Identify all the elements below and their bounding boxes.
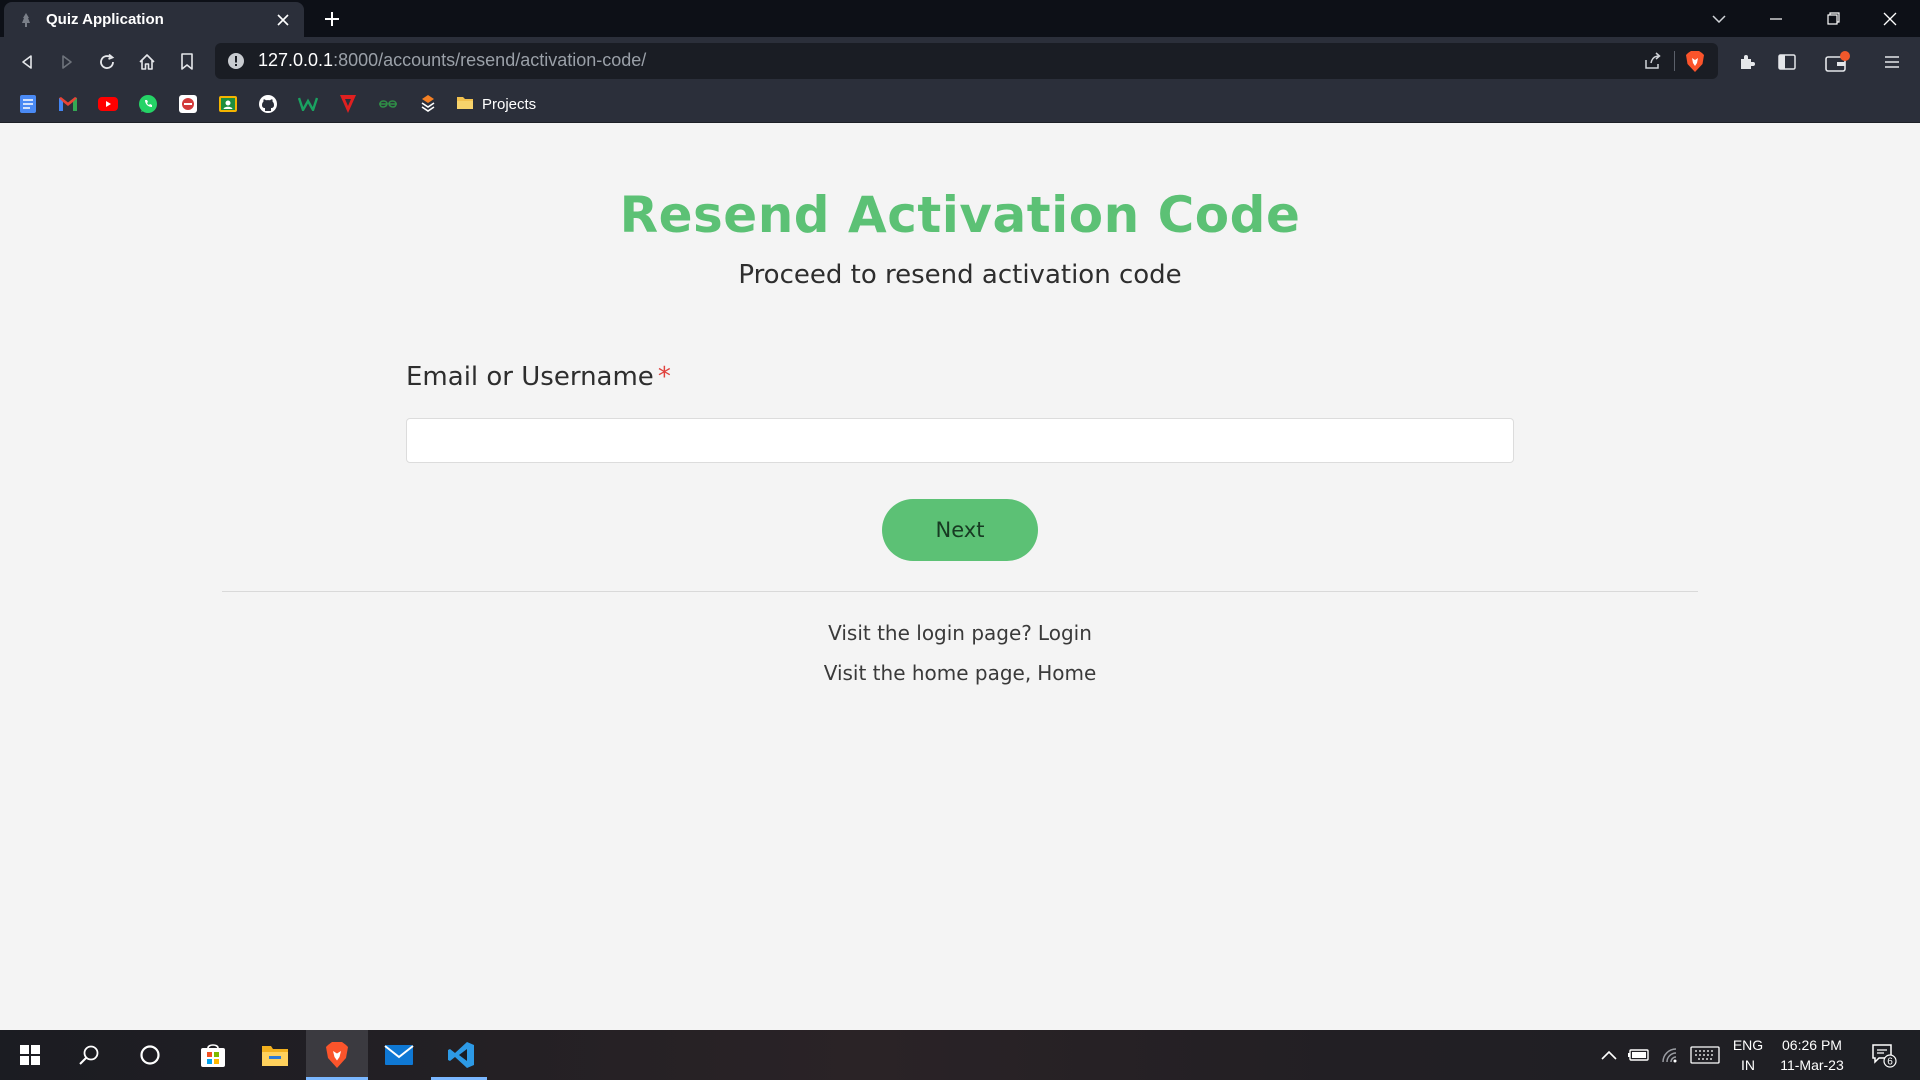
v-app-icon[interactable] — [338, 94, 358, 114]
language-code: ENG — [1732, 1037, 1764, 1053]
home-icon[interactable] — [131, 46, 163, 78]
tab-close-icon[interactable] — [272, 9, 294, 31]
url-path: :8000/accounts/resend/activation-code/ — [333, 50, 647, 70]
notification-count: 6 — [1887, 1057, 1893, 1068]
bookmark-app-icon[interactable] — [178, 94, 198, 114]
clock-time: 06:26 PM — [1782, 1037, 1842, 1053]
email-username-label-text: Email or Username — [406, 362, 654, 392]
email-username-input[interactable] — [406, 418, 1514, 463]
tab-favicon-icon — [18, 12, 34, 28]
microsoft-store-icon[interactable] — [183, 1030, 243, 1080]
page-subtitle: Proceed to resend activation code — [738, 260, 1182, 290]
url-host: 127.0.0.1 — [258, 50, 334, 70]
tab-search-chevron-icon[interactable] — [1691, 0, 1747, 37]
forward-icon[interactable] — [51, 46, 83, 78]
address-bar[interactable]: 127.0.0.1:8000/accounts/resend/activatio… — [215, 43, 1718, 79]
home-link[interactable]: Home — [1037, 661, 1096, 685]
reload-icon[interactable] — [91, 46, 123, 78]
tab-title: Quiz Application — [46, 11, 164, 28]
login-prompt-text: Visit the login page? — [828, 621, 1032, 645]
bookmark-folder-label: Projects — [482, 95, 537, 113]
file-explorer-icon[interactable] — [245, 1030, 305, 1080]
browser-tab[interactable]: Quiz Application — [4, 2, 304, 37]
wifi-icon[interactable] — [1658, 1030, 1684, 1080]
page-content: Resend Activation Code Proceed to resend… — [0, 124, 1920, 1030]
cortana-icon[interactable] — [120, 1030, 180, 1080]
restore-icon[interactable] — [1805, 0, 1861, 37]
notification-center-icon[interactable]: 6 — [1864, 1030, 1904, 1080]
wallet-icon[interactable] — [1822, 46, 1854, 78]
extensions-icon[interactable] — [1731, 46, 1763, 78]
close-window-icon[interactable] — [1862, 0, 1918, 37]
address-bar-divider — [1674, 51, 1675, 71]
clock-date: 11-Mar-23 — [1780, 1057, 1844, 1073]
input-language-indicator[interactable]: ENG IN — [1726, 1030, 1770, 1080]
youtube-icon[interactable] — [98, 94, 118, 114]
vscode-icon[interactable] — [431, 1030, 491, 1080]
battery-icon[interactable] — [1626, 1030, 1652, 1080]
whatsapp-icon[interactable] — [138, 94, 158, 114]
google-classroom-icon[interactable] — [218, 94, 238, 114]
geeksforgeeks-icon[interactable] — [378, 94, 398, 114]
home-prompt-line: Visit the home page, Home — [0, 661, 1920, 685]
next-button[interactable]: Next — [882, 499, 1038, 561]
back-icon[interactable] — [11, 46, 43, 78]
menu-icon[interactable] — [1876, 46, 1908, 78]
login-link[interactable]: Login — [1038, 621, 1092, 645]
bookmark-folder-projects[interactable]: Projects — [456, 92, 536, 116]
minimize-icon[interactable] — [1748, 0, 1804, 37]
gmail-icon[interactable] — [58, 94, 78, 114]
google-docs-icon[interactable] — [18, 94, 38, 114]
new-tab-icon[interactable] — [318, 7, 346, 31]
region-code: IN — [1741, 1057, 1755, 1073]
brave-taskbar-icon[interactable] — [307, 1030, 367, 1080]
divider — [222, 591, 1698, 592]
w-app-icon[interactable] — [298, 94, 318, 114]
share-icon[interactable] — [1642, 50, 1664, 72]
login-prompt-line: Visit the login page? Login — [0, 621, 1920, 645]
folder-icon — [456, 95, 474, 114]
sidebar-toggle-icon[interactable] — [1771, 46, 1803, 78]
bookmark-page-icon[interactable] — [171, 46, 203, 78]
windows-taskbar: ENG IN 06:26 PM 11-Mar-23 6 — [0, 1030, 1920, 1080]
show-hidden-icons-chevron-icon[interactable] — [1596, 1030, 1622, 1080]
browser-tab-bar: Quiz Application — [0, 0, 1920, 37]
touch-keyboard-icon[interactable] — [1688, 1030, 1722, 1080]
email-username-label: Email or Username * — [406, 362, 671, 392]
browser-toolbar: 127.0.0.1:8000/accounts/resend/activatio… — [0, 37, 1920, 85]
mail-icon[interactable] — [369, 1030, 429, 1080]
windows-start-icon[interactable] — [0, 1030, 60, 1080]
clock[interactable]: 06:26 PM 11-Mar-23 — [1772, 1030, 1852, 1080]
bookmarks-bar: Projects — [0, 85, 1920, 123]
site-info-icon[interactable] — [227, 52, 245, 70]
required-asterisk: * — [657, 362, 671, 392]
home-prompt-text: Visit the home page, — [823, 661, 1032, 685]
brave-shields-icon[interactable] — [1683, 48, 1707, 74]
github-icon[interactable] — [258, 94, 278, 114]
url-text: 127.0.0.1:8000/accounts/resend/activatio… — [258, 50, 646, 71]
stack-icon[interactable] — [418, 94, 438, 114]
page-title: Resend Activation Code — [619, 186, 1301, 244]
search-icon[interactable] — [59, 1030, 119, 1080]
